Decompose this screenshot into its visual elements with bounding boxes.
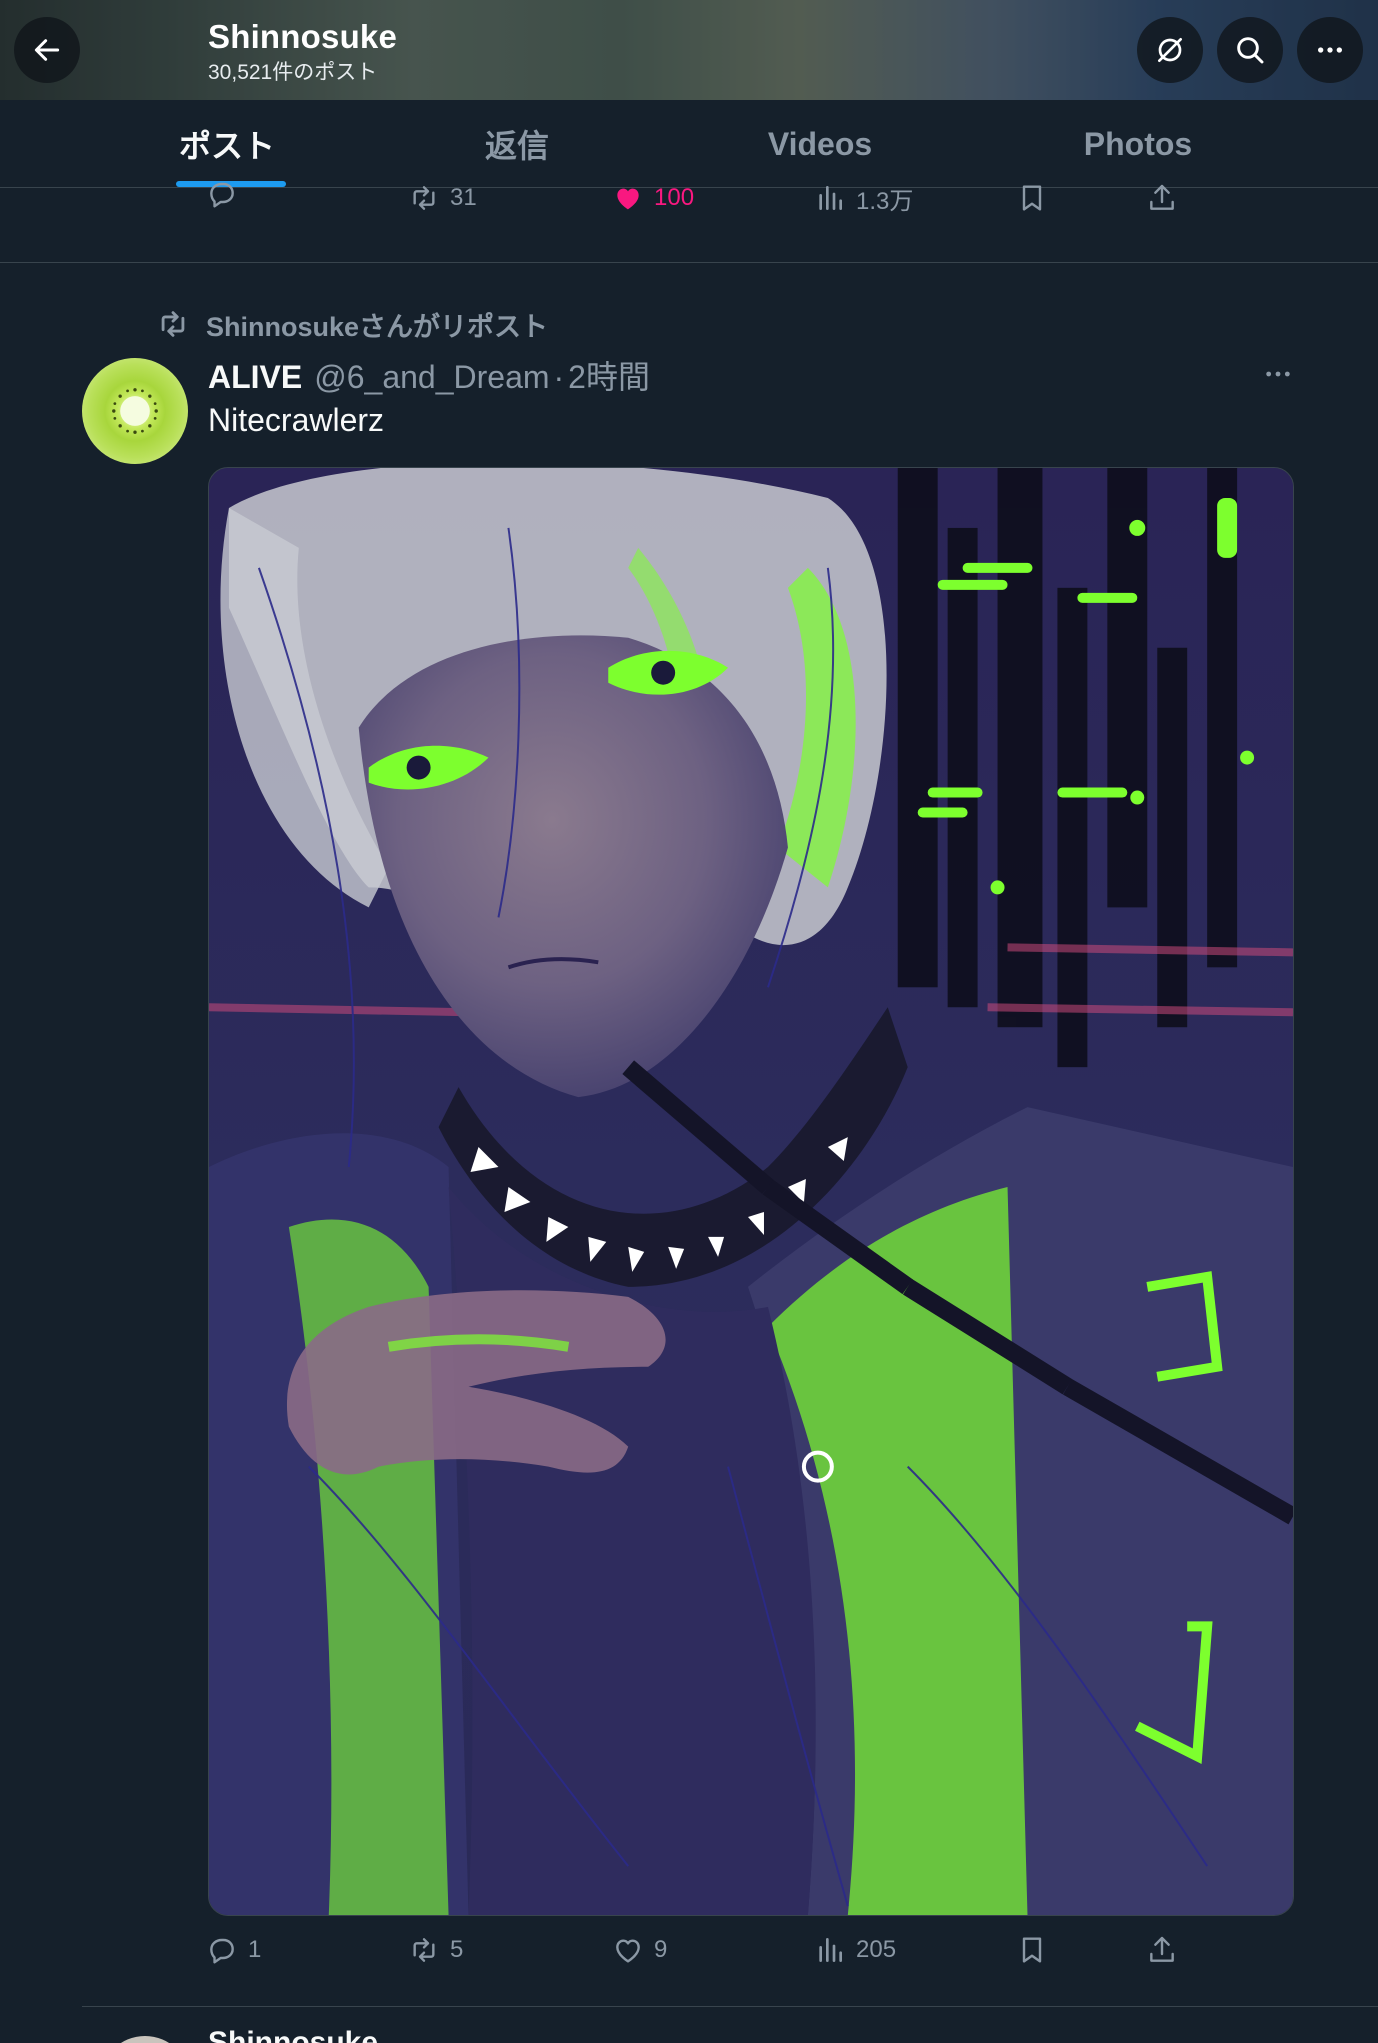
prev-views-button[interactable]: 1.3万 bbox=[814, 180, 913, 216]
retweet-count: 5 bbox=[450, 1936, 464, 1963]
prev-like-count: 100 bbox=[654, 184, 695, 211]
next-tweet-preview[interactable]: Shinnosuke bbox=[100, 2026, 1378, 2043]
profile-header: Shinnosuke 30,521件のポスト bbox=[0, 0, 1378, 100]
reply-count: 1 bbox=[248, 1936, 262, 1963]
back-arrow-icon bbox=[34, 39, 60, 61]
profile-tabs: ポスト 返信 Videos Photos bbox=[0, 100, 1378, 188]
bookmark-icon bbox=[1022, 185, 1042, 211]
avatar[interactable] bbox=[100, 2036, 190, 2043]
like-count: 9 bbox=[654, 1936, 668, 1963]
search-button[interactable] bbox=[1217, 17, 1283, 83]
reply-button[interactable]: 1 bbox=[206, 1930, 261, 1970]
no-sync-button[interactable] bbox=[1137, 17, 1203, 83]
kiwi-avatar-image bbox=[112, 388, 158, 434]
no-sync-icon bbox=[1158, 38, 1182, 62]
prev-views-count: 1.3万 bbox=[856, 187, 914, 215]
tweet-separator-dot: · bbox=[553, 359, 565, 395]
tweet-actions: 1 5 9 205 bbox=[0, 1930, 1378, 1970]
share-icon bbox=[1150, 184, 1174, 210]
retweet-button[interactable]: 5 bbox=[408, 1930, 463, 1970]
post-count: 30,521件のポスト bbox=[208, 61, 378, 84]
tab-replies[interactable]: 返信 bbox=[420, 100, 614, 188]
tab-photos[interactable]: Photos bbox=[1030, 100, 1246, 188]
tweet-timestamp[interactable]: 2時間 bbox=[568, 352, 650, 398]
heart-icon bbox=[617, 188, 639, 210]
prev-like-button[interactable]: 100 bbox=[612, 180, 694, 216]
share-icon bbox=[1150, 1936, 1174, 1962]
prev-tweet-actions: 31 100 1.3万 bbox=[0, 180, 1378, 216]
heart-icon bbox=[616, 1939, 640, 1963]
tweet-separator bbox=[82, 2006, 1378, 2007]
reply-icon bbox=[210, 1938, 234, 1964]
search-icon bbox=[1237, 37, 1264, 64]
bookmark-button[interactable] bbox=[1016, 1930, 1058, 1970]
next-tweet-author-name[interactable]: Shinnosuke bbox=[208, 2026, 378, 2043]
prev-bookmark-button[interactable] bbox=[1016, 180, 1058, 216]
tab-posts[interactable]: ポスト bbox=[140, 100, 314, 188]
reply-icon bbox=[210, 182, 234, 208]
retweet-icon bbox=[413, 1938, 435, 1962]
views-icon bbox=[819, 1938, 842, 1962]
retweet-context[interactable]: Shinnosukeさんがリポスト bbox=[156, 306, 548, 342]
profile-name: Shinnosuke bbox=[208, 18, 398, 55]
share-button[interactable] bbox=[1146, 1930, 1188, 1970]
views-icon bbox=[819, 186, 842, 210]
more-options-button[interactable] bbox=[1297, 17, 1363, 83]
bookmark-icon bbox=[1022, 1937, 1042, 1963]
tweet-separator bbox=[0, 262, 1378, 263]
more-icon bbox=[1318, 47, 1342, 53]
like-button[interactable]: 9 bbox=[612, 1930, 667, 1970]
prev-retweet-count: 31 bbox=[450, 184, 477, 211]
tab-videos[interactable]: Videos bbox=[710, 100, 930, 188]
views-count: 205 bbox=[856, 1936, 897, 1963]
retweet-icon bbox=[161, 311, 185, 337]
avatar[interactable] bbox=[82, 358, 188, 464]
tweet-more-button[interactable] bbox=[1258, 356, 1298, 392]
back-button[interactable] bbox=[14, 17, 80, 83]
tweet-author-handle[interactable]: @6_and_Dream bbox=[314, 359, 549, 396]
views-button[interactable]: 205 bbox=[814, 1930, 896, 1970]
more-icon bbox=[1266, 371, 1290, 377]
artwork-illustration bbox=[209, 468, 1293, 1915]
tweet-text: Nitecrawlerz bbox=[208, 402, 385, 438]
prev-share-button[interactable] bbox=[1146, 180, 1188, 216]
profile-page: Shinnosuke 30,521件のポスト ポスト 返信 Videos Pho… bbox=[0, 0, 1378, 2043]
prev-retweet-button[interactable]: 31 bbox=[408, 180, 477, 216]
tweet-header: ALIVE @6_and_Dream · 2時間 bbox=[208, 352, 650, 396]
retweet-context-label: Shinnosukeさんがリポスト bbox=[206, 311, 549, 342]
prev-reply-button[interactable] bbox=[206, 180, 248, 214]
tweet-media-image[interactable] bbox=[208, 467, 1294, 1916]
retweet-icon bbox=[413, 186, 435, 210]
tweet-author-name[interactable]: ALIVE bbox=[208, 359, 302, 396]
